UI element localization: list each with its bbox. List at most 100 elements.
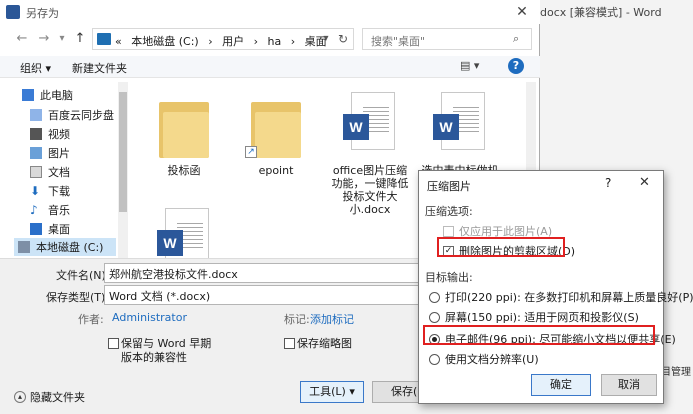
new-folder-button[interactable]: 新建文件夹	[72, 60, 127, 76]
desktop-icon	[30, 223, 42, 235]
video-icon	[30, 128, 42, 140]
close-button[interactable]: ✕	[512, 3, 532, 21]
sidebar-item-desktop[interactable]: 桌面	[30, 220, 70, 238]
author-label: 作者:	[78, 313, 104, 326]
help-icon[interactable]: ?	[605, 176, 611, 190]
compat-checkbox-row[interactable]: 保留与 Word 早期版本的兼容性	[108, 337, 220, 365]
file-name: 投标函	[167, 164, 201, 177]
sidebar-item-downloads[interactable]: ⬇ 下载	[30, 182, 70, 200]
sidebar-item-this-pc[interactable]: 此电脑	[22, 86, 73, 104]
sidebar-scrollbar[interactable]	[118, 82, 128, 258]
computer-icon	[97, 33, 111, 45]
download-icon: ⬇	[30, 184, 41, 198]
output-screen-radio[interactable]	[429, 311, 440, 323]
file-item[interactable]: W 选中表中标做机	[420, 92, 500, 177]
cancel-button[interactable]: 取消	[601, 374, 657, 396]
back-arrow-icon[interactable]: ←	[14, 30, 30, 48]
output-document-res-option[interactable]: 使用文档分辨率(U)	[429, 351, 539, 367]
file-item[interactable]: 投标函	[144, 92, 224, 177]
organize-menu[interactable]: 组织 ▾	[20, 60, 51, 76]
sidebar-item-music[interactable]: ♪ 音乐	[30, 201, 70, 219]
up-arrow-icon[interactable]: ↑	[72, 30, 88, 48]
hide-folders-toggle[interactable]: ▴ 隐藏文件夹	[14, 389, 85, 405]
breadcrumb-item[interactable]: 用户	[222, 35, 244, 48]
output-document-res-radio[interactable]	[429, 353, 440, 365]
drive-icon	[18, 241, 30, 253]
file-name: epoint	[258, 164, 294, 177]
close-icon[interactable]: ✕	[639, 175, 650, 190]
toolbar: 组织 ▾ 新建文件夹 ▤ ▾ ?	[0, 56, 540, 78]
forward-arrow-icon[interactable]: →	[36, 30, 52, 48]
compress-dialog-title: 压缩图片	[427, 180, 471, 193]
sidebar-item-label: 音乐	[48, 204, 70, 217]
word-side-text: 目管理	[661, 367, 691, 378]
compression-options-heading: 压缩选项:	[425, 205, 473, 218]
ok-button[interactable]: 确定	[531, 374, 591, 396]
cloud-drive-icon	[30, 109, 42, 121]
breadcrumb-item[interactable]: 本地磁盘 (C:)	[131, 35, 198, 48]
sidebar-item-local-disk[interactable]: 本地磁盘 (C:)	[14, 238, 116, 256]
navigation-pane: 此电脑 百度云同步盘 视频 图片 文档 ⬇ 下载 ♪ 音乐 桌面 本地磁盘 (C:)	[0, 82, 120, 258]
collapse-up-icon: ▴	[14, 391, 26, 403]
thumbnail-checkbox[interactable]	[284, 338, 295, 349]
output-print-option[interactable]: 打印(220 ppi): 在多数打印机和屏幕上质量良好(P)	[429, 289, 693, 305]
output-document-res-label: 使用文档分辨率(U)	[445, 353, 539, 366]
breadcrumb-separator[interactable]: ›	[208, 35, 212, 48]
file-item[interactable]: W office图片压缩功能，一键降低投标文件大小.docx	[328, 92, 412, 216]
compat-checkbox-label: 保留与 Word 早期版本的兼容性	[121, 337, 212, 364]
help-icon[interactable]: ?	[508, 58, 524, 74]
compat-checkbox[interactable]	[108, 338, 119, 349]
sidebar-item-label: 桌面	[48, 223, 70, 236]
filename-label: 文件名(N):	[56, 269, 110, 282]
chevron-down-icon[interactable]: ▾	[319, 31, 333, 47]
author-value[interactable]: Administrator	[112, 311, 187, 324]
thumbnail-checkbox-label: 保存缩略图	[297, 337, 352, 350]
sidebar-item-label: 视频	[48, 128, 70, 141]
apply-this-picture-checkbox	[443, 225, 454, 237]
breadcrumb-separator[interactable]: ›	[254, 35, 258, 48]
file-item[interactable]: ↗ epoint	[236, 92, 316, 177]
document-icon	[30, 166, 42, 178]
compress-pictures-dialog: 压缩图片 ? ✕ 压缩选项: 仅应用于此图片(A) ✓ 删除图片的剪裁区域(D) …	[418, 170, 693, 404]
picture-icon	[30, 147, 42, 159]
word-document-icon: W	[433, 92, 487, 158]
word-app-icon	[6, 5, 20, 19]
tags-value[interactable]: 添加标记	[310, 311, 354, 327]
hide-folders-label: 隐藏文件夹	[30, 391, 85, 404]
highlight-box	[437, 237, 565, 257]
filename-value: 郑州航空港投标文件.docx	[109, 268, 238, 281]
sidebar-item-label: 百度云同步盘	[48, 109, 114, 122]
music-icon: ♪	[30, 203, 38, 217]
address-bar[interactable]: « 本地磁盘 (C:) › 用户 › ha › 桌面 ▾ ↻	[92, 28, 354, 50]
file-item[interactable]: W	[144, 208, 224, 258]
highlight-box	[423, 325, 655, 345]
search-input[interactable]: 搜索"桌面" ⌕	[362, 28, 532, 50]
sidebar-item-documents[interactable]: 文档	[30, 163, 70, 181]
sidebar-item-pictures[interactable]: 图片	[30, 144, 70, 162]
sidebar-item-videos[interactable]: 视频	[30, 125, 70, 143]
output-screen-label: 屏幕(150 ppi): 适用于网页和投影仪(S)	[445, 311, 639, 324]
refresh-icon[interactable]: ↻	[335, 31, 351, 47]
computer-icon	[22, 89, 34, 101]
word-document-icon: W	[343, 92, 397, 158]
sidebar-item-label: 此电脑	[40, 89, 73, 102]
save-as-titlebar: 另存为 ✕	[0, 0, 540, 24]
sidebar-item-baidu-cloud[interactable]: 百度云同步盘	[30, 106, 114, 124]
thumbnail-checkbox-row[interactable]: 保存缩略图	[284, 337, 352, 351]
output-print-radio[interactable]	[429, 291, 440, 303]
output-screen-option[interactable]: 屏幕(150 ppi): 适用于网页和投影仪(S)	[429, 309, 639, 325]
output-print-label: 打印(220 ppi): 在多数打印机和屏幕上质量良好(P)	[445, 291, 693, 304]
breadcrumb-item[interactable]: ha	[268, 35, 282, 48]
breadcrumb-separator[interactable]: ›	[291, 35, 295, 48]
breadcrumb-overflow[interactable]: «	[115, 35, 122, 48]
sidebar-item-label: 本地磁盘 (C:)	[36, 241, 104, 254]
file-name: office图片压缩功能，一键降低投标文件大小.docx	[331, 164, 409, 216]
tools-button[interactable]: 工具(L) ▾	[300, 381, 364, 403]
view-options-icon[interactable]: ▤ ▾	[460, 59, 486, 75]
search-placeholder: 搜索"桌面"	[371, 35, 426, 48]
history-dropdown-icon[interactable]: ▾	[54, 30, 70, 48]
sidebar-item-label: 图片	[48, 147, 70, 160]
scrollbar-thumb[interactable]	[119, 92, 127, 212]
word-document-icon: W	[157, 208, 211, 258]
folder-shortcut-icon: ↗	[245, 92, 303, 158]
